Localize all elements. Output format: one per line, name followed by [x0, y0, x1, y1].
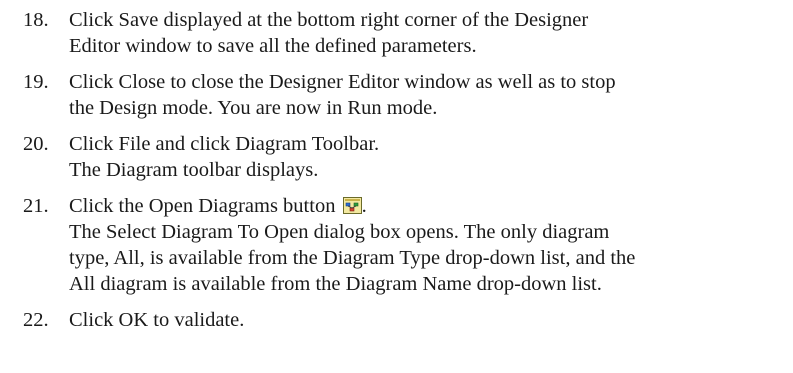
- step-line-suffix: .: [361, 195, 367, 217]
- step-line: The Select Diagram To Open dialog box op…: [69, 221, 610, 243]
- step-line: the Design mode. You are now in Run mode…: [69, 97, 438, 119]
- step-list: 18. Click Save displayed at the bottom r…: [23, 7, 783, 333]
- step-line: Click Save displayed at the bottom right…: [69, 9, 589, 31]
- step-line: The Diagram toolbar displays.: [69, 159, 319, 181]
- step-line: Click File and click Diagram Toolbar.: [69, 133, 380, 155]
- step-line: Editor window to save all the defined pa…: [69, 35, 477, 57]
- step-text: Click Close to close the Designer Editor…: [69, 69, 783, 121]
- step-text: Click the Open Diagrams button . The Sel…: [69, 193, 783, 297]
- step-22: 22. Click OK to validate.: [23, 307, 783, 333]
- step-line: All diagram is available from the Diagra…: [69, 273, 602, 295]
- step-text: Click OK to validate.: [69, 307, 783, 333]
- step-line: Click Close to close the Designer Editor…: [69, 71, 616, 93]
- step-line: type, All, is available from the Diagram…: [69, 247, 636, 269]
- step-text: Click Save displayed at the bottom right…: [69, 7, 783, 59]
- step-number: 19.: [23, 71, 49, 93]
- step-line-text: Click the Open Diagrams button: [69, 195, 336, 217]
- step-20: 20. Click File and click Diagram Toolbar…: [23, 131, 783, 183]
- step-line: Click OK to validate.: [69, 309, 245, 331]
- open-diagrams-icon[interactable]: [342, 195, 362, 214]
- step-number: 20.: [23, 133, 49, 155]
- step-number: 21.: [23, 195, 49, 217]
- step-line: Click the Open Diagrams button .: [69, 193, 783, 219]
- step-19: 19. Click Close to close the Designer Ed…: [23, 69, 783, 121]
- step-18: 18. Click Save displayed at the bottom r…: [23, 7, 783, 59]
- step-number: 18.: [23, 9, 49, 31]
- step-21: 21. Click the Open Diagrams button . The…: [23, 193, 783, 297]
- step-number: 22.: [23, 309, 49, 331]
- step-text: Click File and click Diagram Toolbar. Th…: [69, 131, 783, 183]
